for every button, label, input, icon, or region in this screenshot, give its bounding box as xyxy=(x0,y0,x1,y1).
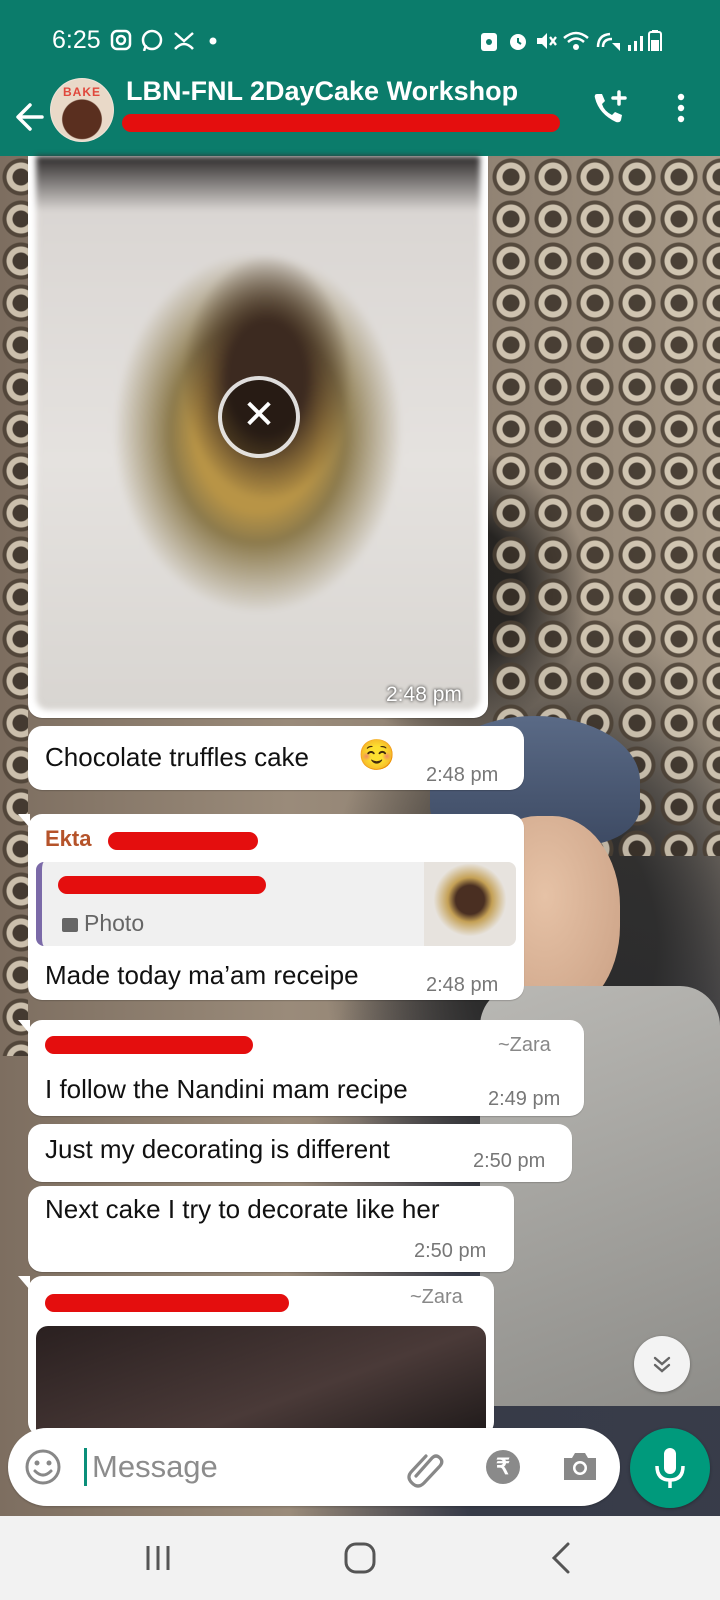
wifi-call-icon xyxy=(596,32,620,51)
redacted-sender-number xyxy=(45,1294,289,1312)
quoted-photo-thumbnail xyxy=(424,862,516,946)
overflow-menu-icon[interactable] xyxy=(666,88,696,128)
instagram-icon xyxy=(110,29,132,51)
payment-rupee-button[interactable]: ₹ xyxy=(486,1450,520,1484)
microphone-icon xyxy=(655,1448,685,1488)
message-time: 2:50 pm xyxy=(414,1240,487,1262)
home-icon[interactable] xyxy=(330,1536,390,1580)
message-composer: ₹ xyxy=(8,1428,620,1506)
redacted-sender-surname xyxy=(108,832,258,850)
image-message[interactable]: ✕ xyxy=(28,156,488,718)
missed-call-icon xyxy=(174,32,194,50)
message-input[interactable] xyxy=(90,1444,374,1490)
chat-title[interactable]: LBN-FNL 2DayCake Workshop xyxy=(126,76,518,107)
group-avatar[interactable]: BAKE xyxy=(50,78,114,142)
scroll-to-bottom-button[interactable] xyxy=(634,1336,690,1392)
text-message[interactable]: Just my decorating is different 2:50 pm xyxy=(28,1124,572,1182)
sender-alias: ~Zara xyxy=(410,1286,463,1308)
add-call-icon[interactable] xyxy=(590,88,630,128)
back-icon[interactable] xyxy=(532,1536,592,1580)
dot-icon xyxy=(209,37,217,45)
cancel-download-button[interactable]: ✕ xyxy=(218,376,300,458)
status-bar: 6:25 xyxy=(0,0,720,78)
system-navigation-bar xyxy=(0,1516,720,1600)
wifi-icon xyxy=(563,31,589,50)
back-arrow-icon[interactable] xyxy=(12,92,48,142)
message-time: 2:50 pm xyxy=(473,1150,546,1172)
message-time: 2:49 pm xyxy=(488,1088,561,1110)
message-text: Next cake I try to decorate like her xyxy=(45,1194,440,1224)
message-text: I follow the Nandini mam recipe xyxy=(45,1074,408,1104)
text-message[interactable]: Chocolate truffles cake ☺️ 2:48 pm xyxy=(28,726,524,790)
message-text: Chocolate truffles cake xyxy=(45,742,309,772)
blurred-photo[interactable] xyxy=(36,1326,486,1436)
quoted-photo-label: Photo xyxy=(62,910,144,937)
sender-name[interactable]: Ekta xyxy=(45,826,91,852)
emoji-icon[interactable] xyxy=(24,1448,62,1486)
attachment-icon[interactable] xyxy=(406,1446,446,1488)
double-chevron-down-icon xyxy=(653,1356,671,1373)
wallpaper-pattern-left xyxy=(0,156,28,1056)
reply-message[interactable]: Ekta Photo Made today ma’am receipe 2:48… xyxy=(18,814,524,1000)
text-cursor xyxy=(84,1448,87,1486)
vpn-lock-icon xyxy=(481,33,497,51)
message-time: 2:48 pm xyxy=(426,974,499,996)
text-message[interactable]: Next cake I try to decorate like her 2:5… xyxy=(28,1186,514,1272)
recent-apps-icon[interactable] xyxy=(128,1536,188,1580)
redacted-participants[interactable] xyxy=(122,114,560,132)
alarm-icon xyxy=(510,34,526,50)
message-time: 2:48 pm xyxy=(386,683,462,706)
message-text: Made today ma’am receipe xyxy=(45,960,359,990)
quoted-message[interactable]: Photo xyxy=(36,862,516,946)
status-time: 6:25 xyxy=(52,26,101,54)
camera-icon[interactable] xyxy=(560,1448,600,1486)
redacted-quoted-sender xyxy=(58,876,266,894)
text-message[interactable]: ~Zara I follow the Nandini mam recipe 2:… xyxy=(18,1020,584,1116)
battery-icon xyxy=(648,30,662,51)
quoted-photo-text: Photo xyxy=(84,910,145,936)
voice-record-button[interactable] xyxy=(630,1428,710,1508)
redacted-sender-number xyxy=(45,1036,253,1054)
image-message-partial[interactable]: ~Zara xyxy=(18,1276,494,1436)
message-text: Just my decorating is different xyxy=(45,1134,390,1164)
whatsapp-icon xyxy=(141,29,163,51)
sender-alias: ~Zara xyxy=(498,1034,551,1056)
signal-icon xyxy=(628,36,643,51)
mute-icon xyxy=(537,33,557,49)
avatar-logo-text: BAKE xyxy=(62,85,101,99)
close-icon: ✕ xyxy=(242,393,276,437)
chat-header: BAKE LBN-FNL 2DayCake Workshop xyxy=(0,76,720,156)
message-time: 2:48 pm xyxy=(426,764,499,786)
photo-icon xyxy=(62,918,78,932)
smile-emoji: ☺️ xyxy=(358,739,396,772)
